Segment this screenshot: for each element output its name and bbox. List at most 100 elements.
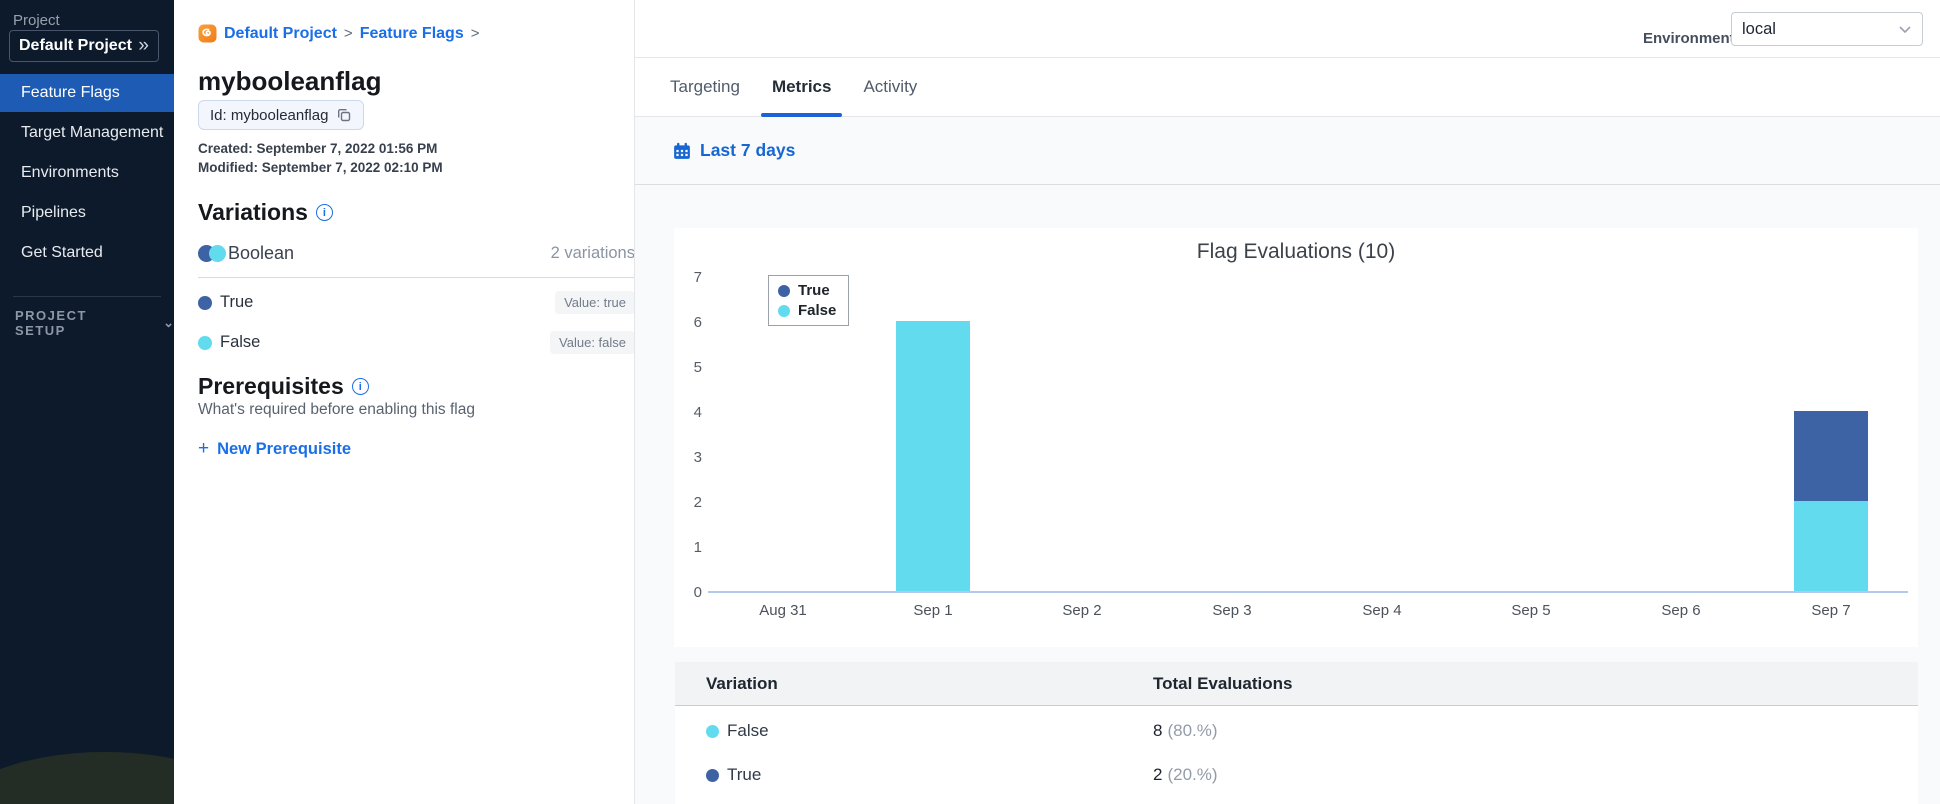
prerequisites-heading: Prerequisites xyxy=(198,373,369,400)
variation-name: True xyxy=(220,293,254,311)
flag-detail-panel: Default Project > Feature Flags > mybool… xyxy=(174,0,772,804)
variations-heading-text: Variations xyxy=(198,199,308,225)
variation-name: False xyxy=(220,333,261,351)
flag-evaluations-chart: Flag Evaluations (10) True False 0 1 2 3… xyxy=(674,228,1918,647)
tab-activity[interactable]: Activity xyxy=(852,58,928,116)
breadcrumb-separator: > xyxy=(470,25,480,42)
true-color-dot xyxy=(198,295,212,310)
created-timestamp: Created: September 7, 2022 01:56 PM xyxy=(198,141,438,156)
breadcrumb-separator: > xyxy=(343,25,353,42)
breadcrumb-project-link[interactable]: Default Project xyxy=(224,25,337,43)
total-cell: 8 xyxy=(1153,721,1163,740)
variation-value-badge: Value: false xyxy=(550,331,635,354)
bar-segment-false-sep-7 xyxy=(1793,501,1868,591)
info-icon[interactable] xyxy=(351,378,369,395)
tab-targeting[interactable]: Targeting xyxy=(659,58,751,116)
flag-id-text: Id: mybooleanflag xyxy=(210,106,329,124)
x-label: Sep 5 xyxy=(1511,602,1551,619)
variation-row-true: True Value: true xyxy=(198,291,635,314)
flag-id-badge[interactable]: Id: mybooleanflag xyxy=(198,100,365,130)
true-color-dot xyxy=(706,768,719,782)
prerequisites-subtitle: What's required before enabling this fla… xyxy=(198,401,475,418)
sidebar-decoration xyxy=(0,752,174,804)
prerequisites-heading-text: Prerequisites xyxy=(198,373,344,399)
new-prerequisite-label: New Prerequisite xyxy=(217,439,351,458)
boolean-type-icon xyxy=(198,245,228,262)
percent-cell: (80.%) xyxy=(1167,721,1218,740)
y-tick: 7 xyxy=(693,269,702,286)
y-tick: 6 xyxy=(693,314,702,331)
plus-icon: + xyxy=(198,438,210,459)
breadcrumb-feature-flags-link[interactable]: Feature Flags xyxy=(360,25,464,43)
chevron-down-icon: ⌄ xyxy=(163,315,174,330)
tab-bar: Targeting Metrics Activity xyxy=(635,58,1940,117)
false-color-dot xyxy=(198,335,212,350)
breadcrumb: Default Project > Feature Flags > xyxy=(198,24,479,43)
variation-cell: True xyxy=(727,765,762,784)
total-cell: 2 xyxy=(1153,765,1163,784)
bar-segment-false-sep-1 xyxy=(895,321,970,591)
copy-icon[interactable] xyxy=(336,107,352,123)
variation-row-false: False Value: false xyxy=(198,331,635,354)
y-tick: 3 xyxy=(693,449,702,466)
legend-label: False xyxy=(798,302,837,319)
column-header-total: Total Evaluations xyxy=(1153,673,1293,693)
column-header-variation: Variation xyxy=(706,673,778,693)
bar-segment-true-sep-7 xyxy=(1793,411,1868,501)
modified-timestamp: Modified: September 7, 2022 02:10 PM xyxy=(198,160,443,175)
sidebar-item-target-management[interactable]: Target Management xyxy=(0,114,174,152)
legend-item-false: False xyxy=(778,302,836,319)
metrics-panel: Environment local Targeting Metrics Acti… xyxy=(634,0,1940,804)
table-row: False 8 (80.%) xyxy=(675,709,1918,753)
variation-type-row: Boolean 2 variations xyxy=(198,243,635,264)
variations-heading: Variations xyxy=(198,199,333,226)
x-label: Sep 4 xyxy=(1362,602,1402,619)
x-axis-line xyxy=(708,591,1908,593)
evaluations-summary-table: Variation Total Evaluations False 8 (80.… xyxy=(675,662,1918,804)
legend-label: True xyxy=(798,282,830,299)
y-tick: 2 xyxy=(693,494,702,511)
chart-title: Flag Evaluations (10) xyxy=(1196,240,1396,263)
environment-header: Environment local xyxy=(635,0,1940,58)
divider xyxy=(198,277,635,278)
flag-title: mybooleanflag xyxy=(198,66,382,96)
x-label: Sep 2 xyxy=(1062,602,1102,619)
environment-select[interactable]: local xyxy=(1731,12,1923,46)
x-label: Sep 7 xyxy=(1811,602,1851,619)
variation-type-label: Boolean xyxy=(228,243,295,263)
x-label: Sep 3 xyxy=(1212,602,1252,619)
date-range-button[interactable]: Last 7 days xyxy=(673,140,795,161)
sidebar: Project Default Project » Feature Flags … xyxy=(0,0,174,804)
new-prerequisite-button[interactable]: + New Prerequisite xyxy=(198,438,351,460)
sidebar-divider xyxy=(13,296,161,297)
project-label: Project xyxy=(13,12,60,29)
filter-bar: Last 7 days xyxy=(635,117,1940,185)
false-color-dot xyxy=(778,304,790,317)
sidebar-item-get-started[interactable]: Get Started xyxy=(0,234,174,272)
project-setup-toggle[interactable]: PROJECT SETUP ⌄ xyxy=(15,308,174,338)
y-tick: 5 xyxy=(693,359,702,376)
false-color-dot xyxy=(706,724,719,738)
x-label: Aug 31 xyxy=(759,602,807,619)
app-logo-icon xyxy=(198,24,217,43)
expand-sidebar-icon[interactable]: » xyxy=(138,35,149,57)
sidebar-item-environments[interactable]: Environments xyxy=(0,154,174,192)
project-selector[interactable]: Default Project » xyxy=(9,30,159,62)
variation-count: 2 variations xyxy=(550,244,635,262)
y-tick: 1 xyxy=(693,539,702,556)
table-row: True 2 (20.%) xyxy=(675,753,1918,797)
sidebar-item-pipelines[interactable]: Pipelines xyxy=(0,194,174,232)
y-tick: 0 xyxy=(693,584,702,601)
y-tick: 4 xyxy=(693,404,702,421)
date-range-label: Last 7 days xyxy=(700,140,796,160)
x-label: Sep 6 xyxy=(1661,602,1701,619)
info-icon[interactable] xyxy=(315,204,333,221)
project-name: Default Project xyxy=(19,37,132,54)
legend-item-true: True xyxy=(778,282,836,299)
chart-legend: True False xyxy=(768,275,850,326)
sidebar-item-feature-flags[interactable]: Feature Flags xyxy=(0,74,174,112)
true-color-dot xyxy=(778,284,790,297)
environment-value: local xyxy=(1742,19,1776,38)
percent-cell: (20.%) xyxy=(1167,765,1218,784)
tab-metrics[interactable]: Metrics xyxy=(760,58,843,117)
